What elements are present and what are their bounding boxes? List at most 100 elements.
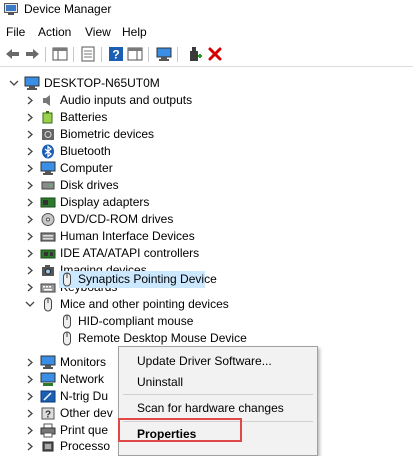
bluetooth-icon <box>40 144 56 159</box>
tree-item-other-devices[interactable]: ? Other dev <box>24 405 118 422</box>
tree-item-label: Monitors <box>60 355 107 369</box>
menu-update-driver[interactable]: Update Driver Software... <box>137 354 272 368</box>
menu-uninstall[interactable]: Uninstall <box>137 375 183 389</box>
toolbar: ? <box>0 42 413 67</box>
toolbar-separator <box>73 47 74 62</box>
ide-controller-icon <box>40 246 56 261</box>
svg-text:?: ? <box>45 410 51 421</box>
monitor-icon <box>40 355 56 370</box>
menu-bar: File Action View Help <box>0 22 413 42</box>
display-adapter-icon <box>40 195 56 210</box>
pen-device-icon <box>40 389 56 404</box>
menu-action[interactable]: Action <box>38 25 71 39</box>
tree-item-hid[interactable]: Human Interface Devices <box>24 228 324 245</box>
chevron-right-icon[interactable] <box>24 194 36 211</box>
battery-icon <box>40 110 56 125</box>
chevron-right-icon[interactable] <box>24 92 36 109</box>
menu-scan-hardware[interactable]: Scan for hardware changes <box>137 401 284 415</box>
chevron-right-icon[interactable] <box>24 211 36 228</box>
toolbar-separator <box>101 47 102 62</box>
tree-item-label: Processo <box>60 439 111 453</box>
forward-arrow-icon[interactable] <box>23 45 41 63</box>
tree-item-label: Human Interface Devices <box>60 229 195 243</box>
tree-item-computer[interactable]: Computer <box>24 160 324 177</box>
hid-icon <box>40 229 56 244</box>
menu-help[interactable]: Help <box>122 25 147 39</box>
properties-sheet-icon[interactable] <box>79 45 97 63</box>
tree-item-audio[interactable]: Audio inputs and outputs <box>24 92 324 109</box>
chevron-right-icon[interactable] <box>24 438 36 455</box>
tree-item-label: IDE ATA/ATAPI controllers <box>60 246 200 260</box>
printer-icon <box>40 423 56 438</box>
tree-item-biometric[interactable]: Biometric devices <box>24 126 324 143</box>
chevron-down-icon[interactable] <box>24 296 36 313</box>
chevron-right-icon[interactable] <box>24 388 36 405</box>
tree-item-label: HID-compliant mouse <box>78 314 194 328</box>
tree-root[interactable]: DESKTOP-N65UT0M <box>8 75 308 92</box>
tree-item-batteries[interactable]: Batteries <box>24 109 324 126</box>
tree-item-mice[interactable]: Mice and other pointing devices <box>24 296 324 313</box>
mouse-icon <box>59 314 75 329</box>
menu-view[interactable]: View <box>85 25 111 39</box>
chevron-right-icon[interactable] <box>24 126 36 143</box>
mouse-icon <box>59 272 75 287</box>
chevron-right-icon[interactable] <box>24 228 36 245</box>
tree-item-print-queues[interactable]: Print que <box>24 422 118 439</box>
device-manager-app-icon <box>4 3 18 15</box>
chevron-right-icon[interactable] <box>24 405 36 422</box>
mouse-icon <box>59 331 75 346</box>
chevron-right-icon[interactable] <box>24 245 36 262</box>
tree-item-remote-mouse[interactable]: Remote Desktop Mouse Device <box>59 330 319 347</box>
chevron-right-icon[interactable] <box>24 177 36 194</box>
chevron-right-icon[interactable] <box>24 262 36 279</box>
tree-item-display-adapters[interactable]: Display adapters <box>24 194 324 211</box>
tree-item-label: Remote Desktop Mouse Device <box>78 331 247 345</box>
chevron-right-icon[interactable] <box>24 422 36 439</box>
tree-item-ide[interactable]: IDE ATA/ATAPI controllers <box>24 245 324 262</box>
tree-item-label: Computer <box>60 161 113 175</box>
computer-icon <box>24 76 40 91</box>
chevron-down-icon[interactable] <box>8 75 20 92</box>
tree-item-dvd[interactable]: DVD/CD-ROM drives <box>24 211 324 228</box>
unknown-device-icon: ? <box>40 406 56 421</box>
chevron-right-icon[interactable] <box>24 143 36 160</box>
chevron-right-icon[interactable] <box>24 354 36 371</box>
help-icon[interactable]: ? <box>107 45 125 63</box>
speaker-icon <box>40 93 56 108</box>
tree-item-ntrig[interactable]: N-trig Du <box>24 388 118 405</box>
chevron-right-icon[interactable] <box>24 160 36 177</box>
action-pane-icon[interactable] <box>126 45 144 63</box>
delete-x-icon[interactable] <box>206 45 224 63</box>
tree-item-disk-drives[interactable]: Disk drives <box>24 177 324 194</box>
console-tree-icon[interactable] <box>51 45 69 63</box>
tree-item-network[interactable]: Network <box>24 371 118 388</box>
tree-item-label: Mice and other pointing devices <box>60 297 229 311</box>
tree-item-bluetooth[interactable]: Bluetooth <box>24 143 324 160</box>
tree-root-label: DESKTOP-N65UT0M <box>44 76 160 90</box>
chevron-right-icon[interactable] <box>24 371 36 388</box>
tree-item-label: Audio inputs and outputs <box>60 93 193 107</box>
network-icon <box>40 372 56 387</box>
disk-drive-icon <box>40 178 56 193</box>
tree-item-synaptics[interactable]: Synaptics Pointing Device <box>59 271 219 288</box>
monitor-scan-icon[interactable] <box>155 45 173 63</box>
tree-item-monitors[interactable]: Monitors <box>24 354 118 371</box>
svg-text:?: ? <box>112 48 119 62</box>
tree-item-hid-mouse[interactable]: HID-compliant mouse <box>59 313 319 330</box>
mouse-icon <box>40 297 56 312</box>
tree-item-label: Other dev <box>60 406 113 420</box>
processor-icon <box>40 439 56 454</box>
tree-item-label: Display adapters <box>60 195 150 209</box>
tree-item-label: N-trig Du <box>60 389 109 403</box>
tree-item-label: Disk drives <box>60 178 119 192</box>
chevron-right-icon[interactable] <box>24 279 36 296</box>
menu-file[interactable]: File <box>6 25 25 39</box>
add-driver-icon[interactable] <box>185 45 203 63</box>
tree-item-processors[interactable]: Processo <box>24 438 118 455</box>
back-arrow-icon[interactable] <box>4 45 22 63</box>
toolbar-separator <box>177 47 178 62</box>
chevron-right-icon[interactable] <box>24 109 36 126</box>
toolbar-separator <box>148 47 149 62</box>
tree-item-label: Batteries <box>60 110 108 124</box>
keyboard-icon <box>40 280 56 295</box>
